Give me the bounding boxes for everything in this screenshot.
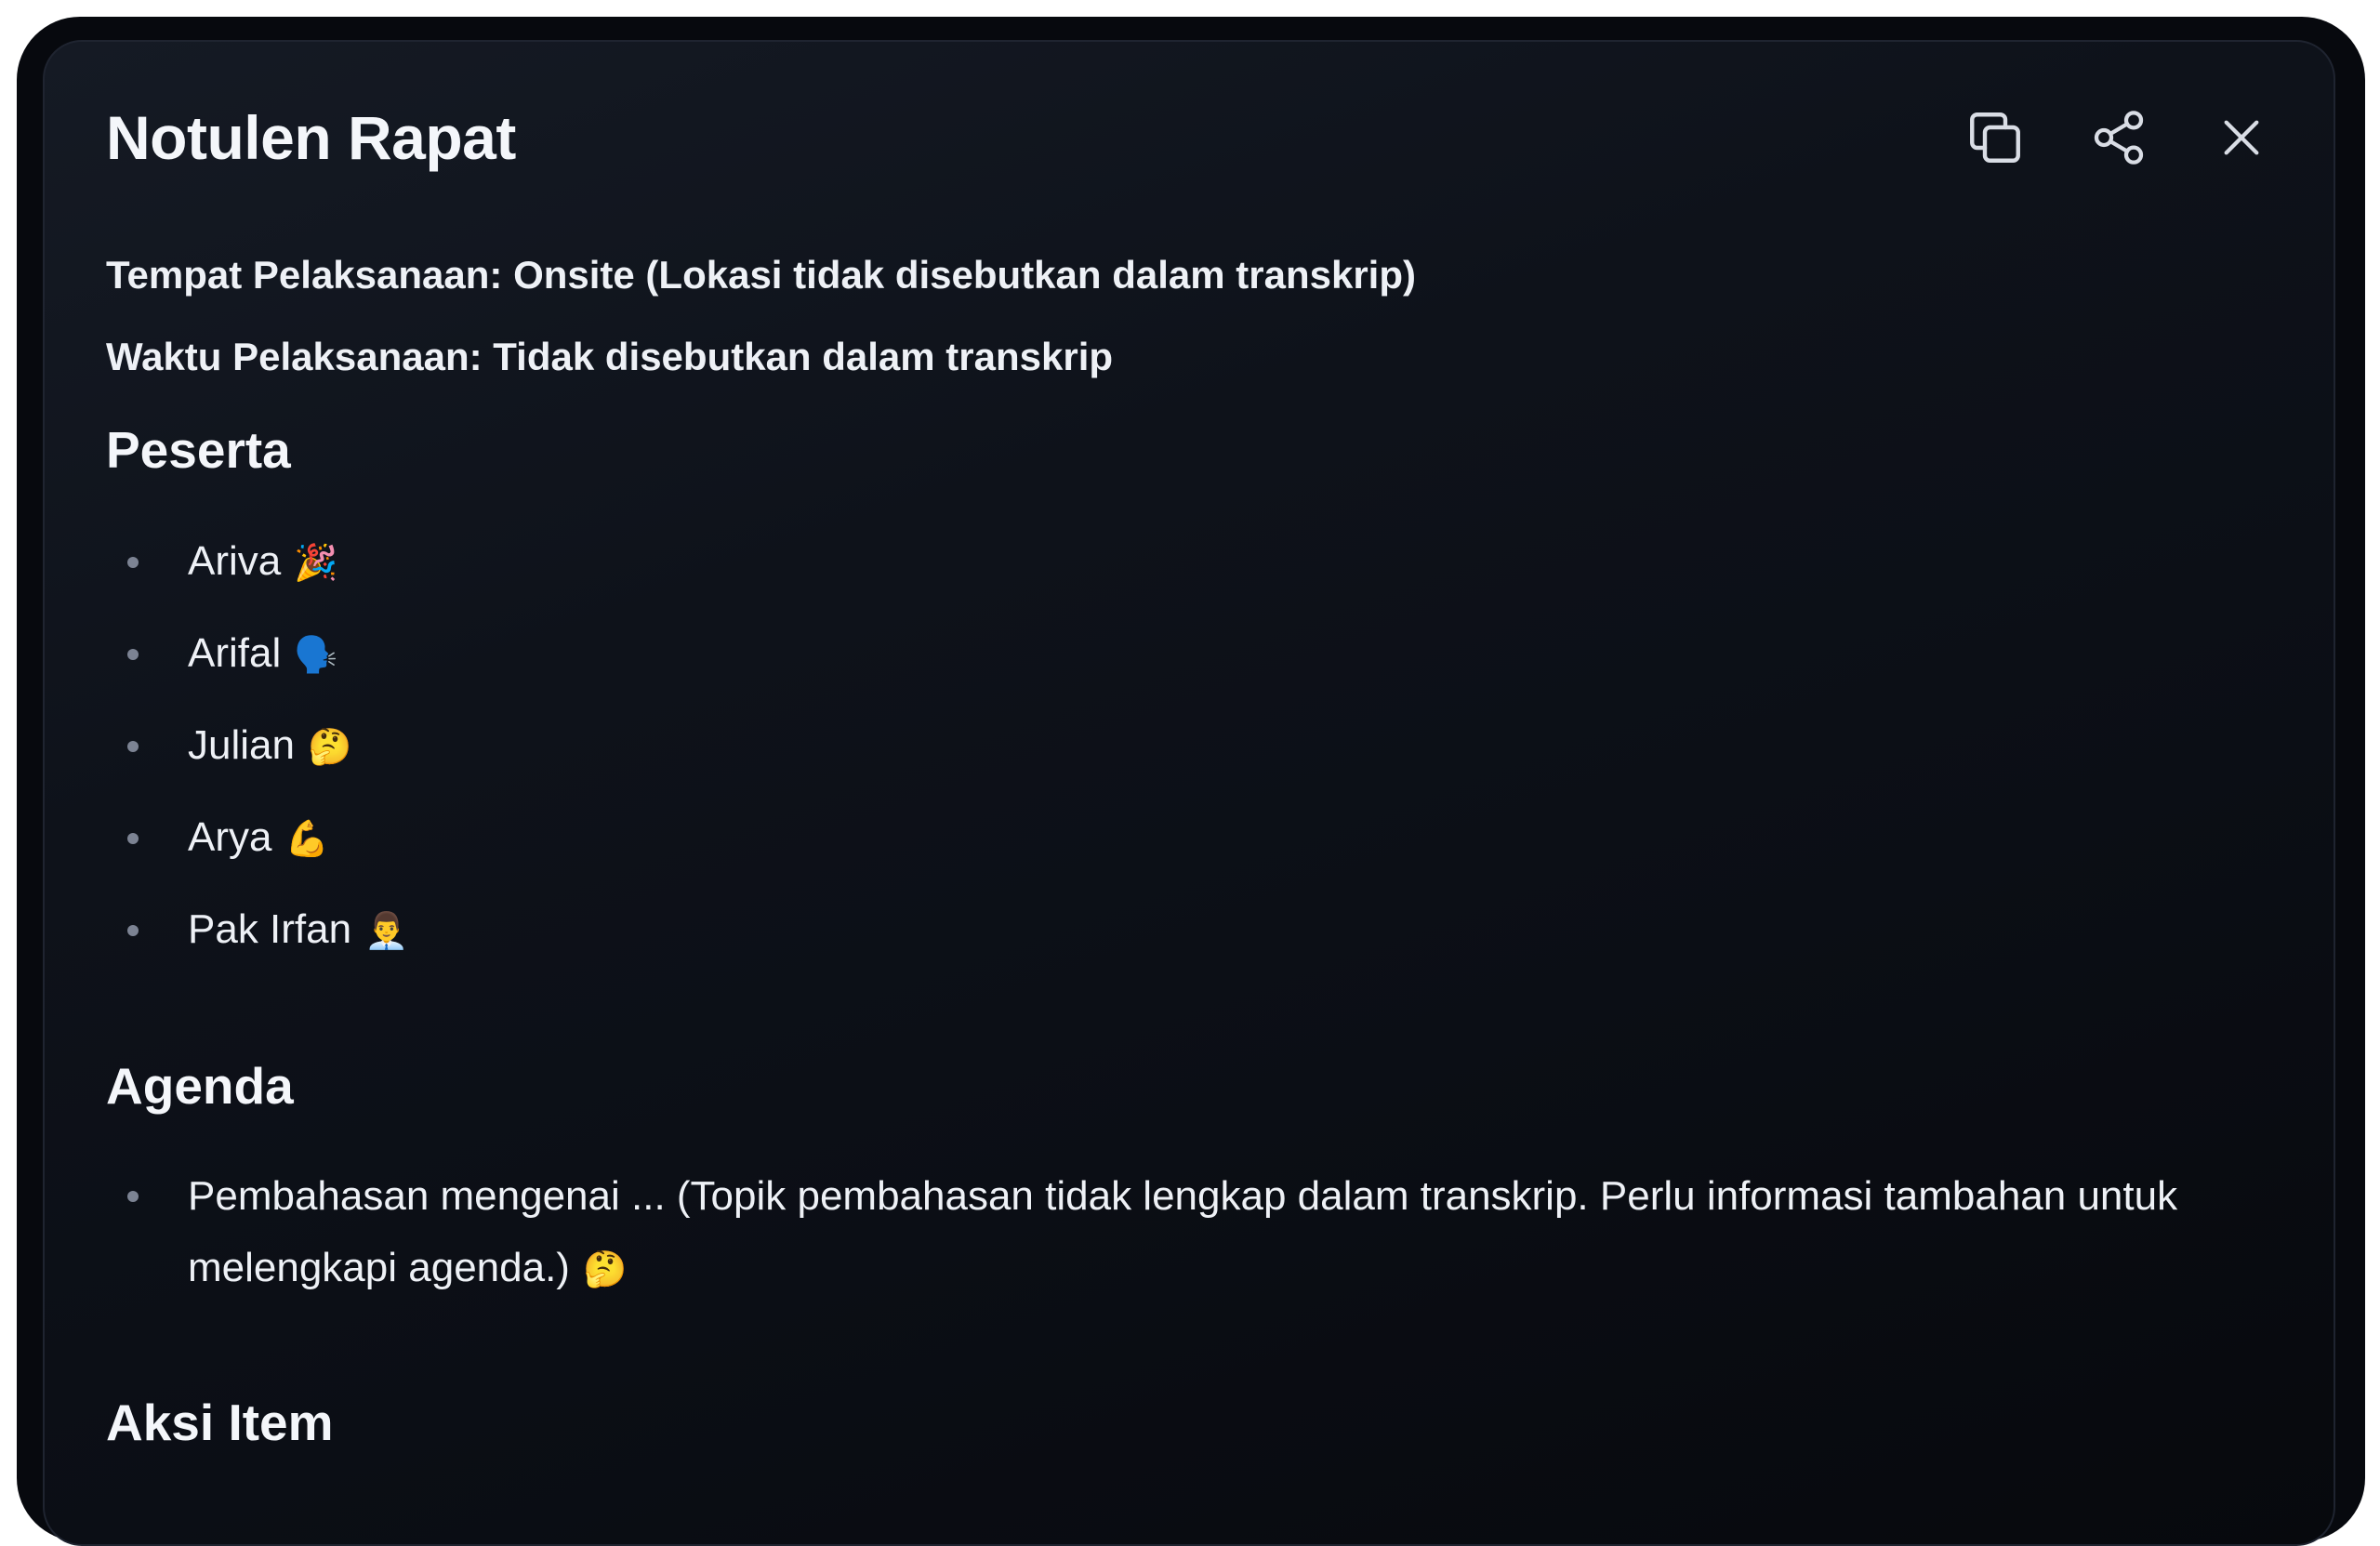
bullet-icon [127,1191,139,1202]
agenda-text: Pembahasan mengenai ... (Topik pembahasa… [188,1173,2178,1290]
copy-button[interactable] [1958,100,2032,175]
participant-item: Pak Irfan 👨‍💼 [106,902,408,994]
bullet-icon [127,833,139,844]
flexed-biceps-icon: 💪 [284,820,329,859]
office-worker-icon: 👨‍💼 [364,912,409,951]
participant-name: Arifal [188,630,282,676]
meeting-location: Tempat Pelaksanaan: Onsite (Lokasi tidak… [106,253,1416,297]
share-icon [2089,108,2149,167]
participant-item: Arifal 🗣️ [106,626,408,718]
speaking-head-icon: 🗣️ [294,636,338,675]
participant-name: Pak Irfan [188,906,352,952]
bullet-icon [127,925,139,936]
participant-item: Arya 💪 [106,810,408,902]
bullet-icon [127,557,139,568]
page-title: Notulen Rapat [106,103,516,172]
thinking-face-icon: 🤔 [582,1250,628,1289]
party-popper-icon: 🎉 [294,544,338,583]
participant-name: Ariva [188,538,282,584]
share-button[interactable] [2082,100,2156,175]
participants-list: Ariva 🎉 Arifal 🗣️ Julian 🤔 Arya 💪 Pak Irfan 👨… [106,534,408,994]
meeting-time: Waktu Pelaksanaan: Tidak disebutkan dala… [106,335,1114,378]
agenda-item: Pembahasan mengenai ... (Topik pembahasa… [106,1160,2270,1306]
action-items-heading: Aksi Item [106,1394,334,1451]
agenda-list: Pembahasan mengenai ... (Topik pembahasa… [106,1160,2270,1306]
agenda-heading: Agenda [106,1057,294,1115]
thinking-face-icon: 🤔 [307,728,352,767]
participant-item: Julian 🤔 [106,718,408,810]
close-button[interactable] [2204,100,2279,175]
bullet-icon [127,649,139,660]
copy-icon [1964,107,2026,168]
participants-heading: Peserta [106,421,291,479]
close-icon [2215,112,2268,164]
participant-name: Arya [188,814,272,860]
bullet-icon [127,741,139,752]
participant-item: Ariva 🎉 [106,534,408,626]
participant-name: Julian [188,722,295,768]
